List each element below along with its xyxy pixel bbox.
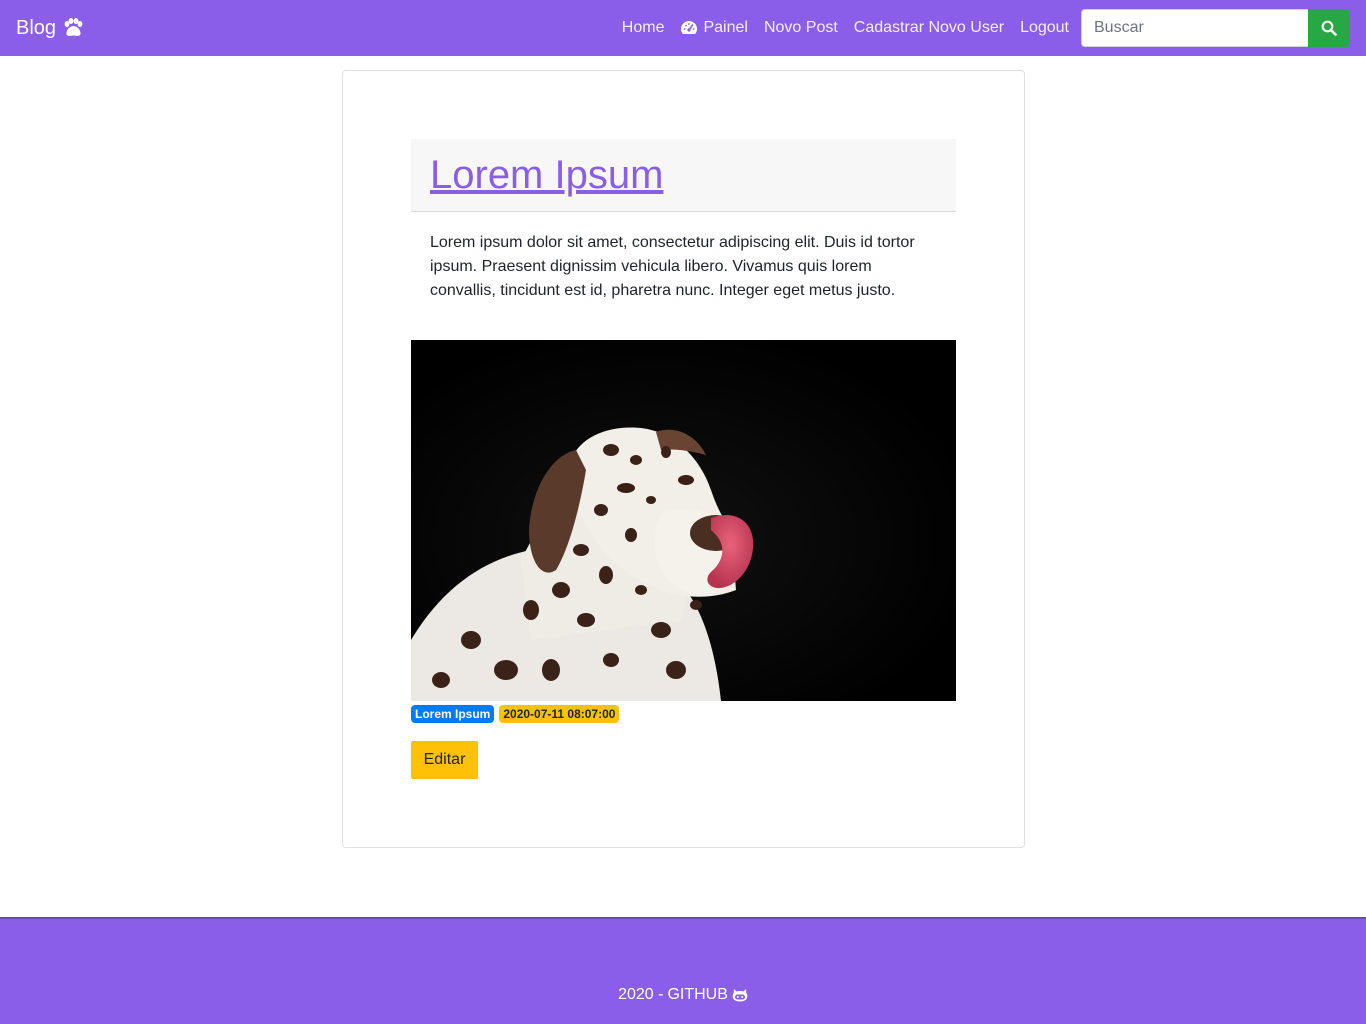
footer: 2020 - GITHUB — [0, 917, 1366, 1024]
nav-links: Home Painel Novo Post Cadastrar Novo Use… — [614, 9, 1350, 47]
nav-painel-label: Painel — [703, 19, 748, 36]
nav-home-label: Home — [621, 19, 665, 36]
nav-cadastrar-label: Cadastrar Novo User — [853, 19, 1005, 36]
search-input[interactable] — [1081, 9, 1308, 47]
tachometer-icon — [680, 20, 698, 36]
post-header: Lorem Ipsum — [411, 139, 956, 212]
nav-logout-label: Logout — [1020, 19, 1069, 36]
paw-icon — [62, 18, 84, 38]
nav-novo-post-label: Novo Post — [763, 19, 838, 36]
nav-cadastrar-link[interactable]: Cadastrar Novo User — [846, 19, 1012, 37]
footer-github-link[interactable]: GITHUB — [667, 986, 727, 1004]
post-container-card: Lorem Ipsum Lorem ipsum dolor sit amet, … — [342, 70, 1025, 848]
footer-year: 2020 - — [618, 986, 664, 1003]
nav-novo-post-link[interactable]: Novo Post — [756, 19, 846, 37]
post-badges: Lorem Ipsum 2020-07-11 08:07:00 — [411, 705, 956, 723]
edit-button-label: Editar — [423, 751, 466, 768]
brand-label: Blog — [16, 16, 57, 39]
search-icon — [1321, 20, 1337, 36]
brand-link[interactable]: Blog — [16, 17, 84, 40]
top-navbar: Blog Home Painel Novo Post Cadastrar Nov… — [0, 0, 1366, 56]
post-title-link[interactable]: Lorem Ipsum — [430, 151, 663, 199]
nav-logout-link[interactable]: Logout — [1012, 19, 1077, 37]
nav-painel-link[interactable]: Painel — [672, 19, 755, 37]
search-button[interactable] — [1308, 9, 1350, 47]
footer-text: 2020 - GITHUB — [618, 986, 748, 1004]
edit-button[interactable]: Editar — [411, 741, 478, 779]
post-image — [411, 340, 956, 701]
post-card: Lorem Ipsum Lorem ipsum dolor sit amet, … — [411, 139, 956, 779]
post-body: Lorem ipsum dolor sit amet, consectetur … — [411, 212, 956, 340]
github-icon — [732, 988, 748, 1002]
nav-home-link[interactable]: Home — [614, 19, 673, 37]
date-badge: 2020-07-11 08:07:00 — [499, 705, 620, 723]
post-text: Lorem ipsum dolor sit amet, consectetur … — [430, 234, 915, 299]
search-form — [1081, 9, 1350, 47]
category-badge: Lorem Ipsum — [411, 705, 495, 723]
